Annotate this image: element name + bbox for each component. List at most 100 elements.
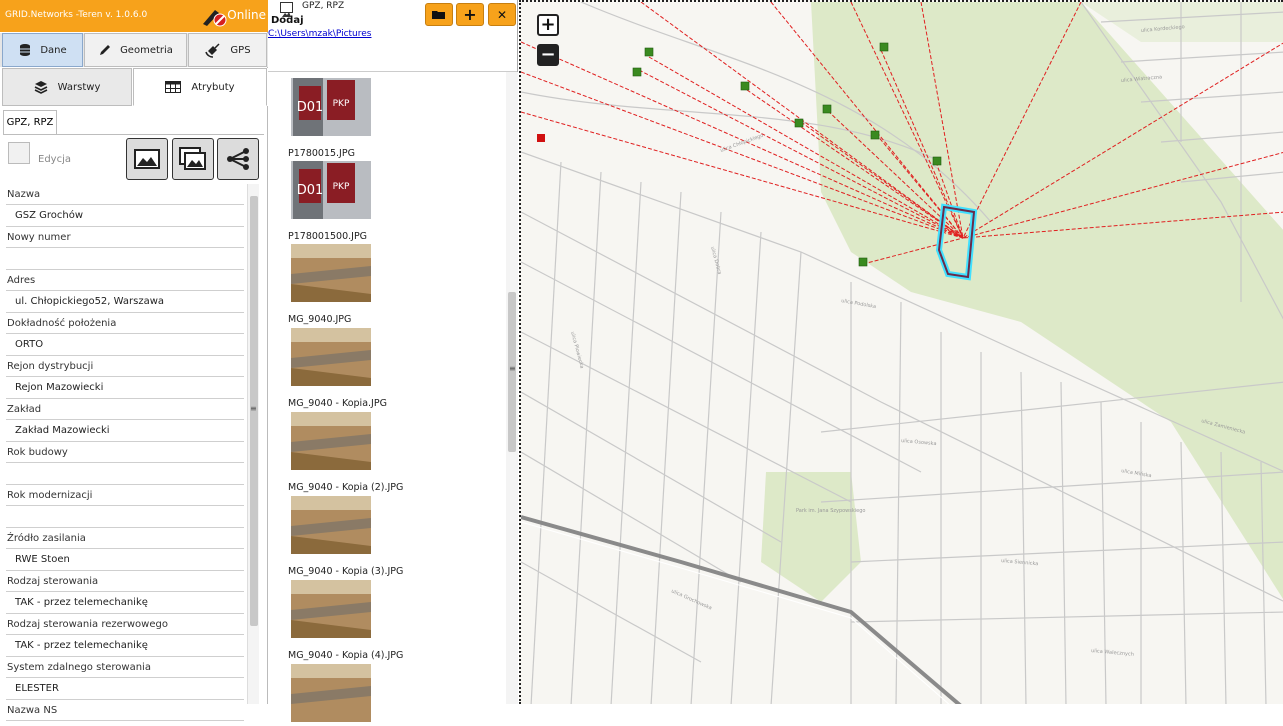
image-button[interactable] <box>126 138 168 180</box>
photo-item[interactable]: MG_9040.JPG <box>288 244 488 325</box>
photo-item[interactable]: D01 PKP P1780015.JPG <box>288 78 488 159</box>
street-label: ulica Mińska <box>1121 467 1152 479</box>
map-canvas[interactable]: ulica Chłopickiego ulica Grochowska ulica … <box>521 2 1283 704</box>
photo-panel-divider <box>268 71 517 72</box>
network-node[interactable] <box>870 130 880 140</box>
street-label: ulica Chłopickiego <box>720 133 765 154</box>
photo-item[interactable]: MG_9040 - Kopia (4).JPG <box>288 580 488 661</box>
main-tabs: Dane Geometria GPS <box>0 33 268 67</box>
photo-item[interactable]: MG_9040 - Kopia (3).JPG <box>288 496 488 577</box>
attr-value-rok-modernizacji[interactable] <box>6 506 244 528</box>
pencil-icon <box>100 45 111 55</box>
attr-label-adres: Adres <box>6 270 244 291</box>
zoom-in-button[interactable]: + <box>537 14 559 36</box>
folder-icon <box>432 10 445 19</box>
tab-atrybuty[interactable]: Atrybuty <box>133 68 267 106</box>
network-node[interactable] <box>632 67 642 77</box>
network-node-alert[interactable] <box>537 134 545 142</box>
tab-gps-label: GPS <box>230 44 251 56</box>
attr-value-zaklad[interactable]: Zakład Mazowiecki <box>6 420 244 442</box>
attr-value-nazwa[interactable]: GSZ Grochów <box>6 205 244 227</box>
remove-photo-button[interactable]: ✕ <box>488 3 516 26</box>
photo-name: P1780015.JPG <box>288 148 355 159</box>
share-button[interactable] <box>217 138 259 180</box>
photo-panel: GPZ, RPZ Dodaj C:\Users\mzak\Pictures + … <box>268 0 518 722</box>
attr-value-rok-budowy[interactable] <box>6 463 244 485</box>
attribute-list: Nazwa GSZ Grochów Nowy numer Adres ul. C… <box>6 184 244 721</box>
photo-scrollbar[interactable]: ≡ <box>506 72 518 704</box>
attr-label-nazwa: Nazwa <box>6 184 244 205</box>
network-node[interactable] <box>822 104 832 114</box>
tab-dane[interactable]: Dane <box>2 33 83 67</box>
attr-value-sterowanie[interactable]: TAK - przez telemechanikę <box>6 592 244 614</box>
attr-label-dokladnosc: Dokładność położenia <box>6 313 244 334</box>
gallery-button[interactable] <box>172 138 214 180</box>
attr-label-system: System zdalnego sterowania <box>6 657 244 678</box>
photo-item[interactable]: D01 PKP P178001500.JPG <box>288 161 488 242</box>
svg-text:PKP: PKP <box>333 182 350 192</box>
park-area <box>761 472 861 602</box>
pictures-path-link[interactable]: C:\Users\mzak\Pictures <box>268 29 371 39</box>
network-node[interactable] <box>932 156 942 166</box>
tab-gps[interactable]: GPS <box>188 33 267 67</box>
photo-thumbnail <box>291 496 371 554</box>
tab-geometria-label: Geometria <box>120 44 173 56</box>
photo-item[interactable]: MG_9040 - Kopia (2).JPG <box>288 412 488 493</box>
attr-value-dokladnosc[interactable]: ORTO <box>6 334 244 356</box>
attributes-scrollbar[interactable]: ≡ <box>247 184 259 704</box>
network-node[interactable] <box>644 47 654 57</box>
street-label: ulica Płowiecka <box>569 331 585 369</box>
attr-value-nowy-numer[interactable] <box>6 248 244 270</box>
attr-value-rejon[interactable]: Rejon Mazowiecki <box>6 377 244 399</box>
park-area <box>811 2 1283 599</box>
network-node[interactable] <box>858 257 868 267</box>
network-node[interactable] <box>740 81 750 91</box>
network-node[interactable] <box>879 42 889 52</box>
street-label: ulica Siennicka <box>1001 558 1039 567</box>
open-folder-button[interactable] <box>425 3 453 26</box>
image-icon <box>134 149 160 169</box>
left-panel: GRID.Networks -Teren v. 1.0.6.0 Online D… <box>0 0 268 721</box>
add-photo-button[interactable]: + <box>456 3 484 26</box>
street-label: ulica Grochowska <box>670 588 712 611</box>
photo-item[interactable] <box>288 664 488 726</box>
gallery-icon <box>179 147 206 170</box>
attr-value-zrodlo[interactable]: RWE Stoen <box>6 549 244 571</box>
grip-icon: ≡ <box>509 364 516 373</box>
satellite-icon <box>205 43 220 58</box>
tab-atrybuty-label: Atrybuty <box>191 81 235 93</box>
zoom-out-button[interactable]: − <box>537 44 559 66</box>
online-status: Online <box>227 8 266 22</box>
svg-text:D01: D01 <box>297 183 324 198</box>
attr-label-zaklad: Zakład <box>6 399 244 420</box>
attr-label-nazwa-ns: Nazwa NS <box>6 700 244 721</box>
attr-value-adres[interactable]: ul. Chłopickiego52, Warszawa <box>6 291 244 313</box>
photo-item[interactable]: MG_9040 - Kopia.JPG <box>288 328 488 409</box>
photo-thumbnail <box>291 664 371 722</box>
app-title: GRID.Networks -Teren v. 1.0.6.0 <box>5 10 148 20</box>
edit-pen-icon[interactable] <box>200 4 228 28</box>
edit-checkbox[interactable] <box>8 142 30 164</box>
photo-thumbnail <box>291 328 371 386</box>
attr-value-sterowanie-rez[interactable]: TAK - przez telemechanikę <box>6 635 244 657</box>
tab-geometria[interactable]: Geometria <box>84 33 187 67</box>
layers-icon <box>34 81 47 94</box>
database-icon <box>20 44 31 56</box>
photo-thumbnail: D01 PKP <box>291 78 371 136</box>
photo-thumbnail <box>291 244 371 302</box>
photo-name: P178001500.JPG <box>288 231 368 242</box>
tab-gpz-rpz[interactable]: GPZ, RPZ <box>3 110 57 134</box>
section-divider <box>3 134 264 135</box>
attr-label-zrodlo: Źródło zasilania <box>6 528 244 549</box>
attr-value-system[interactable]: ELESTER <box>6 678 244 700</box>
close-icon: ✕ <box>496 7 508 22</box>
photo-thumbnail <box>291 412 371 470</box>
map-view[interactable]: ulica Chłopickiego ulica Grochowska ulica … <box>519 0 1283 704</box>
photo-panel-title: GPZ, RPZ <box>302 1 345 11</box>
network-node[interactable] <box>794 118 804 128</box>
attr-label-rok-modernizacji: Rok modernizacji <box>6 485 244 506</box>
railway <box>521 521 950 704</box>
attr-label-rejon: Rejon dystrybucji <box>6 356 244 377</box>
tab-dane-label: Dane <box>40 44 67 56</box>
tab-warstwy[interactable]: Warstwy <box>2 68 132 106</box>
